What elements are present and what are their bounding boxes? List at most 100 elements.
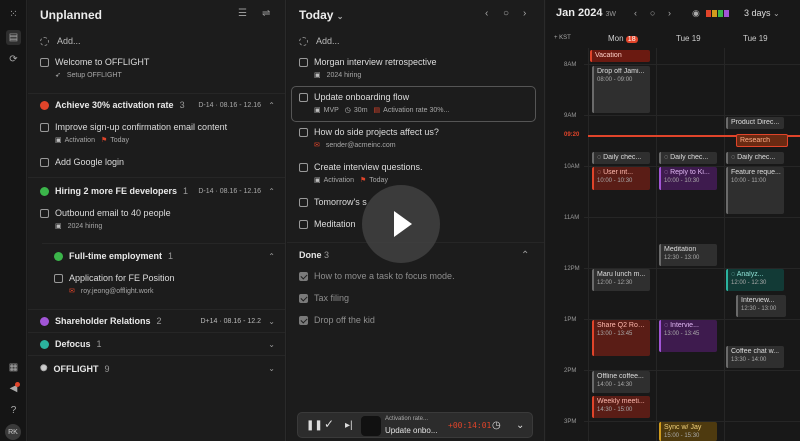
event-sync-jay[interactable]: Sync w/ Jay 15:00 - 15:30 <box>659 422 717 441</box>
hour-label: 9AM <box>564 113 577 119</box>
help-icon[interactable]: ? <box>6 403 21 418</box>
filter-icon[interactable]: ⇌ <box>262 8 270 19</box>
eye-icon[interactable]: ◉ <box>692 8 700 19</box>
task-checkbox[interactable] <box>299 127 308 137</box>
event-weekly-meeting[interactable]: Weekly meeti... 14:30 - 15:00 <box>592 396 650 418</box>
task-checkbox[interactable] <box>299 57 308 67</box>
done-task[interactable]: How to move a task to focus mode. <box>299 271 455 281</box>
next-week-icon[interactable]: › <box>668 8 671 18</box>
goal-progress-icon <box>40 186 49 196</box>
add-task-today[interactable]: Add... <box>299 36 340 46</box>
view-range-dropdown[interactable]: 3 days ⌄ <box>744 8 780 18</box>
goal-full-time[interactable]: Full-time employment 1 ⌃ <box>54 251 275 261</box>
divider <box>28 355 285 356</box>
day-header-tue[interactable]: Tue 19 <box>676 34 701 43</box>
task-checkbox[interactable] <box>40 57 49 67</box>
event-analyze[interactable]: ◌ Analyz... 12:00 - 12:30 <box>726 269 784 291</box>
event-feature-request[interactable]: Feature reque... 10:00 - 11:00 <box>726 167 784 214</box>
task-improve-email[interactable]: Improve sign-up confirmation email conte… <box>40 122 275 144</box>
task-outbound-email[interactable]: Outbound email to 40 people ▣ 2024 hiring <box>40 208 275 230</box>
event-meditation[interactable]: Meditation 12:30 - 13:00 <box>659 244 717 266</box>
event-product-direction[interactable]: Product Direc... <box>726 117 784 129</box>
focus-player: ❚❚ ✓ ▸| Activation rate... Update onbo..… <box>297 412 533 438</box>
day-header-mon[interactable]: Mon 18 <box>608 34 638 43</box>
event-interview[interactable]: Interview... 12:30 - 13:00 <box>736 295 786 317</box>
task-application-fe[interactable]: Application for FE Position ✉ roy.jeong@o… <box>54 273 275 295</box>
calendar-title: Jan 2024 3W <box>556 7 616 19</box>
event-maru-lunch[interactable]: Maru lunch m... 12:00 - 12:30 <box>592 269 650 291</box>
done-task[interactable]: Tax filing <box>299 293 349 303</box>
goal-activation[interactable]: Achieve 30% activation rate 3 D-14 · 08.… <box>40 100 275 110</box>
task-checkbox[interactable] <box>40 208 49 218</box>
task-checkbox[interactable] <box>54 273 63 283</box>
goal-shareholder[interactable]: Shareholder Relations 2 D+14 · 08.16 - 1… <box>40 316 275 326</box>
event-daily-check[interactable]: ◌ Daily chec... <box>659 152 717 164</box>
event-interview-2[interactable]: ◌ Intervie... 13:00 - 13:45 <box>659 320 717 352</box>
event-drop-off[interactable]: Drop off Jami... 08:00 - 09:00 <box>592 66 650 113</box>
calendar-icon[interactable]: ▦ <box>6 360 21 375</box>
chevron-up-icon[interactable]: ⌃ <box>521 250 529 261</box>
chevron-down-icon: ⌄ <box>773 9 780 18</box>
sync-icon[interactable]: ⟳ <box>6 52 21 67</box>
skip-icon[interactable]: ▸| <box>345 420 353 431</box>
goal-defocus[interactable]: Defocus 1 ⌄ <box>40 339 275 349</box>
complete-check-icon[interactable]: ✓ <box>324 417 334 431</box>
chevron-down-icon[interactable]: ⌄ <box>516 420 524 431</box>
task-checkbox[interactable] <box>299 219 308 229</box>
timezone-label[interactable]: + KST <box>554 35 571 41</box>
chevron-up-icon[interactable]: ⌃ <box>268 252 275 261</box>
task-checkbox[interactable] <box>40 157 49 167</box>
goal-offlight[interactable]: ✺ OFFLIGHT 9 ⌄ <box>40 363 275 374</box>
pause-icon[interactable]: ❚❚ <box>306 420 323 431</box>
done-header[interactable]: Done 3 <box>299 250 329 260</box>
apps-icon[interactable]: ⁙ <box>6 7 21 22</box>
task-side-projects[interactable]: How do side projects affect us? ✉ sender@… <box>299 127 534 149</box>
timer-icon[interactable]: ◷ <box>492 420 501 431</box>
event-share-q2[interactable]: Share Q2 Roa... 13:00 - 13:45 <box>592 320 650 356</box>
hour-label: 10AM <box>564 164 580 170</box>
today-dot-icon[interactable]: ○ <box>650 8 655 18</box>
divider <box>28 332 285 333</box>
event-offline-coffee[interactable]: Offline coffee... 14:00 - 14:30 <box>592 371 650 393</box>
left-rail: ⁙ ▤ ⟳ ▦ ◀ ? RK <box>0 0 27 441</box>
event-daily-check[interactable]: ◌ Daily chec... <box>592 152 650 164</box>
task-checkbox[interactable] <box>40 122 49 132</box>
today-title[interactable]: Today ⌄ <box>299 8 344 22</box>
task-checkbox[interactable] <box>299 92 308 102</box>
chevron-down-icon[interactable]: ⌄ <box>268 364 275 373</box>
calendar-colors-legend[interactable] <box>706 10 729 17</box>
chevron-down-icon[interactable]: ⌄ <box>268 340 275 349</box>
task-checkbox[interactable] <box>299 162 308 172</box>
event-research[interactable]: Research <box>736 134 788 147</box>
next-day-icon[interactable]: › <box>523 8 526 19</box>
chevron-down-icon[interactable]: ⌄ <box>268 317 275 326</box>
task-interview-questions[interactable]: Create interview questions. ▣ Activation … <box>299 162 534 184</box>
prev-week-icon[interactable]: ‹ <box>634 8 637 18</box>
prev-day-icon[interactable]: ‹ <box>485 8 488 19</box>
task-onboarding[interactable]: Update onboarding flow ▣ MVP ◷ 30m ▤ Activa… <box>299 92 534 114</box>
today-dot-icon[interactable]: ○ <box>503 8 509 19</box>
sort-icon[interactable]: ☰ <box>238 8 247 19</box>
task-welcome[interactable]: Welcome to OFFLIGHT ➶ Setup OFFLIGHT <box>40 57 275 79</box>
task-checkbox[interactable] <box>299 197 308 207</box>
chevron-up-icon[interactable]: ⌃ <box>268 187 275 196</box>
goal-hiring[interactable]: Hiring 2 more FE developers 1 D-14 · 08.… <box>40 186 275 196</box>
day-header-tue-2[interactable]: Tue 19 <box>743 34 768 43</box>
event-reply[interactable]: ◌ Reply to Ki... 10:00 - 10:30 <box>659 167 717 190</box>
planner-icon[interactable]: ▤ <box>6 30 21 45</box>
task-checkbox[interactable] <box>299 315 308 325</box>
event-daily-check[interactable]: ◌ Daily chec... <box>726 152 784 164</box>
add-task-unplanned[interactable]: Add... <box>40 36 81 46</box>
event-user-interview[interactable]: ◌ User int... 10:00 - 10:30 <box>592 167 650 190</box>
task-morgan[interactable]: Morgan interview retrospective ▣ 2024 hir… <box>299 57 534 79</box>
done-task[interactable]: Drop off the kid <box>299 315 375 325</box>
event-coffee-chat[interactable]: Coffee chat w... 13:30 - 14:00 <box>726 346 784 368</box>
task-checkbox[interactable] <box>299 293 308 303</box>
chevron-up-icon[interactable]: ⌃ <box>268 101 275 110</box>
flag-icon: ⚑ <box>359 177 367 184</box>
event-vacation[interactable]: Vacation <box>590 50 650 62</box>
task-google-login[interactable]: Add Google login <box>40 157 275 167</box>
task-checkbox[interactable] <box>299 271 308 281</box>
avatar[interactable]: RK <box>5 424 21 440</box>
video-play-button[interactable] <box>362 185 440 263</box>
